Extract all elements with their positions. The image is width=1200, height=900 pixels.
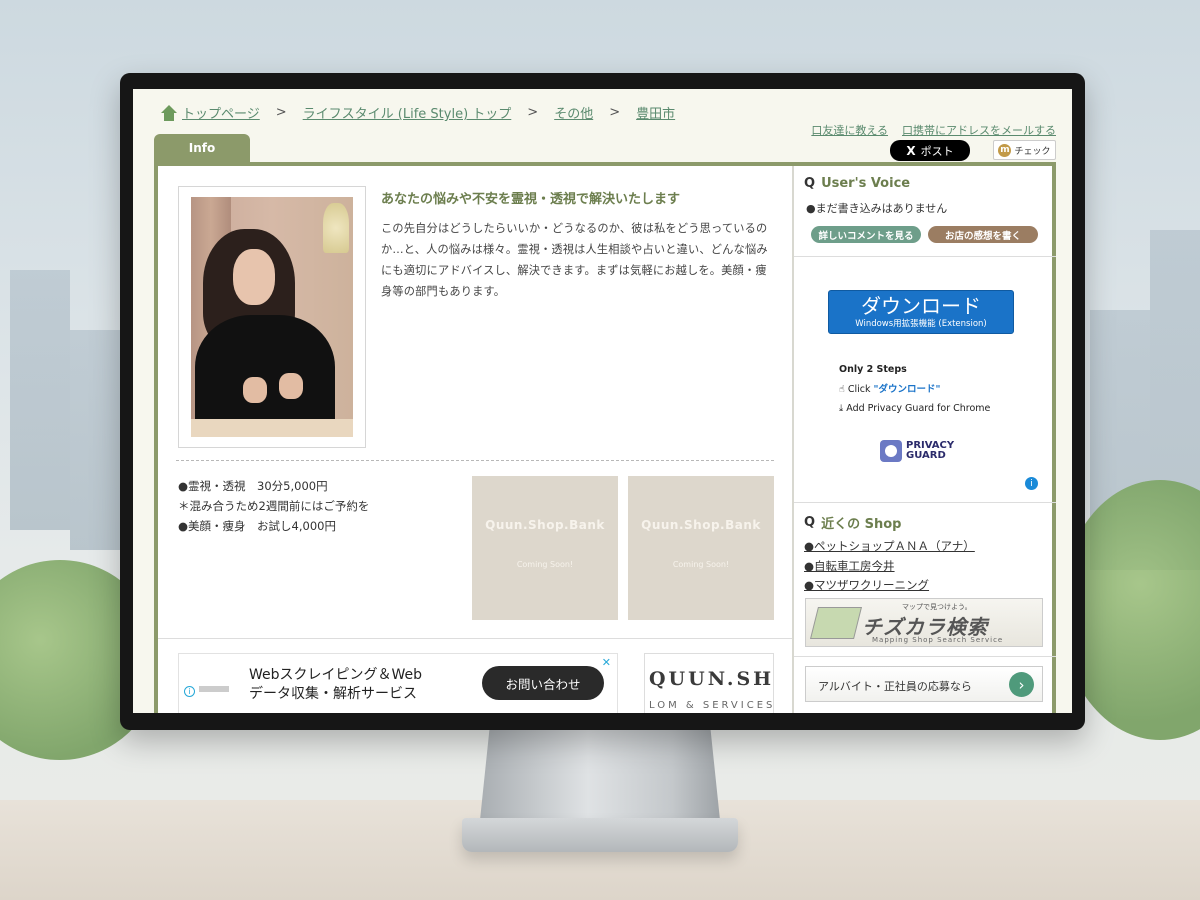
ad-banner[interactable]: i ✕ Webスクレイピング＆Web データ収集・解析サービス お問い合わせ xyxy=(178,653,618,713)
portrait-image xyxy=(191,197,353,437)
ad-info-icon[interactable]: i xyxy=(184,686,195,697)
dashed-divider xyxy=(176,460,774,461)
column-divider xyxy=(792,166,794,713)
photo-placeholder: Quun.Shop.Bank Coming Soon! xyxy=(628,476,774,620)
job-banner[interactable]: アルバイト・正社員の応募なら › xyxy=(805,666,1043,702)
sidebar-divider xyxy=(794,256,1056,257)
x-post-label: ポスト xyxy=(920,144,954,158)
download-icon: ⤓ xyxy=(839,403,844,414)
ad-text: Webスクレイピング＆Web データ収集・解析サービス xyxy=(249,666,422,704)
top-links: 口友達に教える 口携帯にアドレスをメールする xyxy=(811,122,1056,138)
background-building xyxy=(70,330,120,550)
nearby-shop-link[interactable]: ●マツザワクリーニング xyxy=(804,578,929,592)
quun-banner[interactable]: QUUN.SH LOM & SERVICES xyxy=(644,653,774,713)
job-banner-text: アルバイト・正社員の応募なら xyxy=(818,680,972,693)
chizukara-subtitle: Mapping Shop Search Service xyxy=(872,636,1004,644)
browser-viewport: トップページ > ライフスタイル (Life Style) トップ > その他 … xyxy=(133,89,1072,713)
menu-item: ＊混み合うため2週間前にはご予約を xyxy=(178,499,370,513)
q-icon: Q xyxy=(804,176,816,191)
view-comments-button[interactable]: 詳しいコメントを見る xyxy=(811,226,921,243)
advertiser-logo xyxy=(199,686,229,692)
ad-contact-button[interactable]: お問い合わせ xyxy=(482,666,604,700)
photo-face xyxy=(233,249,275,305)
sidebar-divider xyxy=(794,656,1056,657)
x-logo-icon: X xyxy=(906,143,916,158)
ad-close-icon[interactable]: ✕ xyxy=(602,656,611,669)
content-frame: あなたの悩みや不安を霊視・透視で解決いたします この先自分はどうしたらいいか・ど… xyxy=(154,162,1056,713)
nearby-shop-link[interactable]: ●自転車工房今井 xyxy=(804,559,895,573)
mixi-icon: m xyxy=(998,143,1012,157)
photo-lamp xyxy=(323,203,349,253)
breadcrumb-separator: > xyxy=(527,105,539,120)
step1-highlight: "ダウンロード" xyxy=(873,383,941,395)
monitor-stand xyxy=(480,728,720,820)
shop-headline: あなたの悩みや不安を霊視・透視で解決いたします xyxy=(381,192,681,207)
placeholder-title: Quun.Shop.Bank xyxy=(485,518,605,532)
sidebar-divider xyxy=(794,502,1056,503)
voice-empty-text: ●まだ書き込みはありません xyxy=(806,202,948,215)
breadcrumb-city[interactable]: 豊田市 xyxy=(636,103,675,122)
users-voice-title: User's Voice xyxy=(821,176,911,191)
tab-info[interactable]: Info xyxy=(154,134,250,162)
privacy-guard-logo: PRIVACY GUARD xyxy=(880,440,954,462)
placeholder-title: Quun.Shop.Bank xyxy=(641,518,761,532)
nearby-shop-link[interactable]: ●ペットショップＡＮＡ（アナ） xyxy=(804,539,975,553)
ad-info-icon[interactable]: i xyxy=(1025,477,1038,490)
shop-description: この先自分はどうしたらいいか・どうなるのか、彼は私をどう思っているのか…と、人の… xyxy=(381,222,768,298)
breadcrumb: トップページ > ライフスタイル (Life Style) トップ > その他 … xyxy=(160,103,675,122)
mixi-check-button[interactable]: m チェック xyxy=(993,140,1056,160)
breadcrumb-other[interactable]: その他 xyxy=(554,103,593,122)
breadcrumb-separator: > xyxy=(275,105,287,120)
privacy-guard-text: PRIVACY GUARD xyxy=(906,441,954,461)
mail-mobile-link[interactable]: 口携帯にアドレスをメールする xyxy=(902,122,1056,138)
quun-banner-subtitle: LOM & SERVICES xyxy=(649,700,774,711)
nearby-shop-title: 近くの Shop xyxy=(821,517,902,532)
menu-item: ●美顔・痩身 お試し4,000円 xyxy=(178,519,336,533)
steps-title: Only 2 Steps xyxy=(839,364,907,375)
photo-hand xyxy=(279,373,303,399)
home-icon xyxy=(160,104,178,121)
download-label: ダウンロード xyxy=(861,294,981,318)
photo-hand xyxy=(243,377,267,403)
breadcrumb-top[interactable]: トップページ xyxy=(182,103,260,122)
monitor: トップページ > ライフスタイル (Life Style) トップ > その他 … xyxy=(120,73,1085,730)
mixi-check-label: チェック xyxy=(1014,146,1051,157)
step1-prefix: Click xyxy=(847,383,874,395)
privacy-guard-line: GUARD xyxy=(906,450,946,461)
tell-friend-link[interactable]: 口友達に教える xyxy=(811,122,888,138)
quun-banner-title: QUUN.SH xyxy=(649,668,774,690)
chizukara-search-banner[interactable]: マップで見つけよう。 チズカラ検索 Mapping Shop Search Se… xyxy=(805,598,1043,647)
download-button[interactable]: ダウンロード Windows用拡張機能 (Extension) xyxy=(828,290,1014,334)
photo-placeholder: Quun.Shop.Bank Coming Soon! xyxy=(472,476,618,620)
ad-line: Webスクレイピング＆Web xyxy=(249,667,423,683)
q-icon: Q xyxy=(804,515,816,530)
write-review-button[interactable]: お店の感想を書く xyxy=(928,226,1038,243)
breadcrumb-separator: > xyxy=(609,105,621,120)
background-building xyxy=(10,270,70,530)
monitor-stand-base xyxy=(462,818,738,852)
map-icon xyxy=(810,607,862,639)
install-steps: Only 2 Steps ☝ Click "ダウンロード" ⤓ Add Priv… xyxy=(839,360,990,419)
nearby-shop-list: ●ペットショップＡＮＡ（アナ） ●自転車工房今井 ●マツザワクリーニング xyxy=(804,537,975,596)
privacy-guard-icon xyxy=(880,440,902,462)
nearby-shop-heading: Q 近くの Shop xyxy=(804,513,901,532)
price-menu: ●霊視・透視 30分5,000円 ＊混み合うため2週間前にはご予約を ●美顔・痩… xyxy=(178,476,369,536)
step2-text: Add Privacy Guard for Chrome xyxy=(846,403,991,414)
section-divider xyxy=(158,638,792,639)
users-voice-heading: Q User's Voice xyxy=(804,176,910,191)
download-sublabel: Windows用拡張機能 (Extension) xyxy=(855,319,987,329)
ad-line: データ収集・解析サービス xyxy=(249,686,417,702)
chevron-right-icon[interactable]: › xyxy=(1009,672,1034,697)
menu-item: ●霊視・透視 30分5,000円 xyxy=(178,479,328,493)
pointer-icon: ☝ xyxy=(839,383,845,395)
photo-table xyxy=(191,419,353,437)
x-post-button[interactable]: X ポスト xyxy=(890,140,970,161)
placeholder-subtitle: Coming Soon! xyxy=(672,560,730,569)
placeholder-subtitle: Coming Soon! xyxy=(516,560,574,569)
shop-photo xyxy=(178,186,366,448)
breadcrumb-lifestyle[interactable]: ライフスタイル (Life Style) トップ xyxy=(303,103,512,122)
